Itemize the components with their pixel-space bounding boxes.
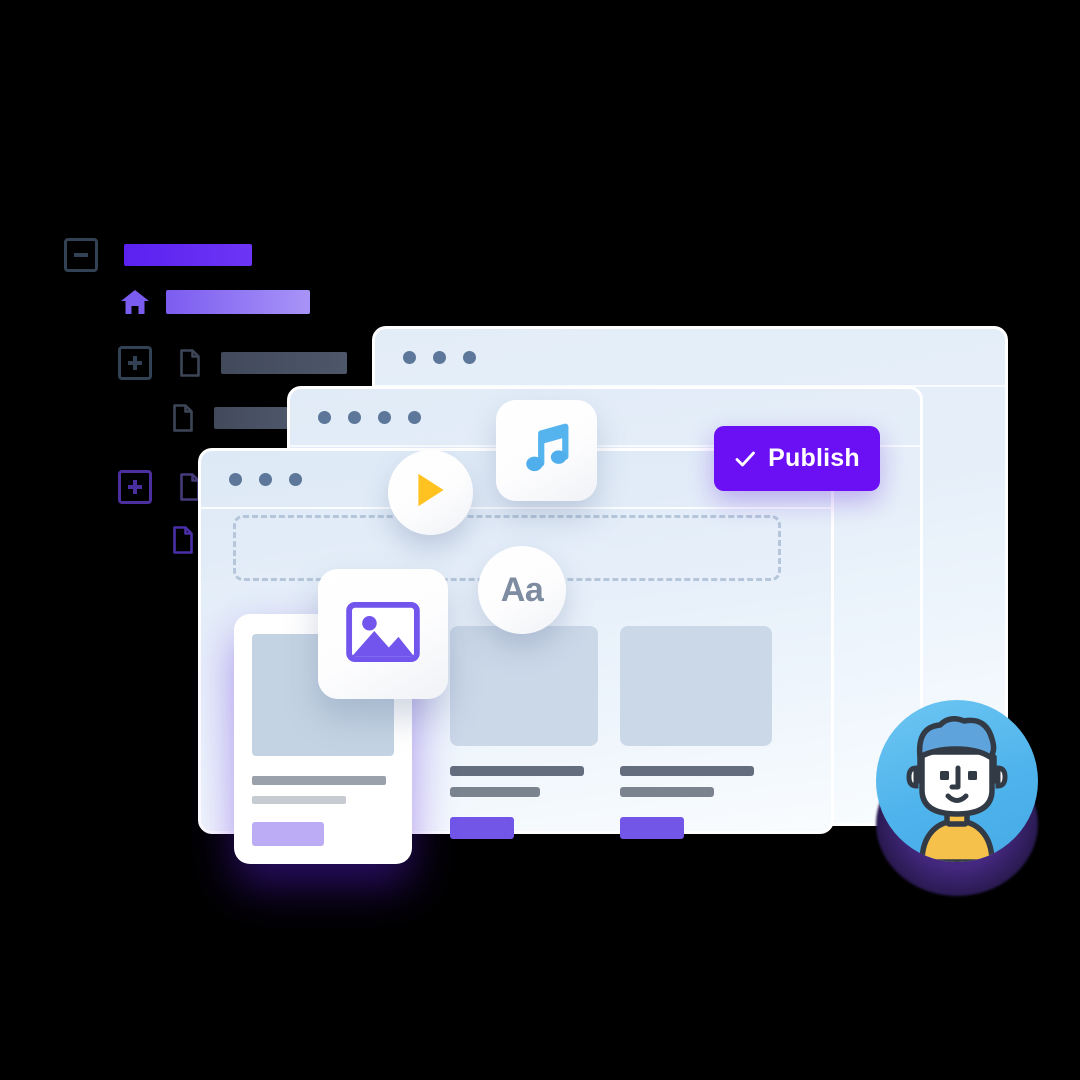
window-dot: [408, 410, 421, 424]
illustration-canvas: Publish Aa: [0, 0, 1080, 1080]
window-titlebar: [375, 329, 1005, 387]
chip-video[interactable]: [388, 450, 473, 535]
window-dot: [378, 410, 391, 424]
card-text-line: [450, 766, 584, 776]
check-icon: [734, 448, 756, 470]
card-button[interactable]: [620, 817, 684, 839]
avatar-circle: [876, 700, 1038, 862]
tree-row-page-4[interactable]: [172, 526, 194, 554]
content-card-left[interactable]: [450, 626, 598, 839]
chip-image[interactable]: [318, 569, 448, 699]
card-thumbnail: [620, 626, 772, 746]
tree-label-home: [166, 290, 310, 314]
home-icon: [120, 289, 150, 315]
phone-button[interactable]: [252, 822, 324, 846]
card-text-line: [620, 766, 754, 776]
phone-text-line: [252, 776, 386, 785]
expand-plus-icon[interactable]: [118, 346, 152, 380]
card-thumbnail: [450, 626, 598, 746]
tree-row-home[interactable]: [120, 289, 310, 315]
tree-row-root[interactable]: [64, 238, 252, 272]
window-dot: [229, 472, 242, 486]
music-note-icon: [520, 420, 574, 481]
tree-row-page-3[interactable]: [118, 470, 201, 504]
chip-text[interactable]: Aa: [478, 546, 566, 634]
publish-button-label: Publish: [768, 444, 860, 472]
window-dot: [463, 350, 476, 364]
window-dot: [259, 472, 272, 486]
tree-row-page-1[interactable]: [118, 346, 347, 380]
text-icon: Aa: [500, 570, 544, 609]
window-dot: [318, 410, 331, 424]
publish-button[interactable]: Publish: [714, 426, 880, 491]
chip-audio[interactable]: [496, 400, 597, 501]
tree-label-page-1: [221, 352, 347, 374]
phone-text-line: [252, 796, 346, 804]
play-icon: [413, 470, 449, 515]
card-text-line: [450, 787, 540, 797]
collapse-minus-icon[interactable]: [64, 238, 98, 272]
window-dot: [433, 350, 446, 364]
document-icon: [172, 404, 194, 432]
avatar[interactable]: [872, 700, 1040, 900]
expand-plus-icon[interactable]: [118, 470, 152, 504]
document-icon: [172, 526, 194, 554]
card-text-line: [620, 787, 714, 797]
window-dot: [403, 350, 416, 364]
image-icon: [346, 601, 420, 667]
window-dot: [348, 410, 361, 424]
tree-label-root: [124, 244, 252, 266]
card-button[interactable]: [450, 817, 514, 839]
document-icon: [179, 349, 201, 377]
content-card-right[interactable]: [620, 626, 772, 839]
window-dot: [289, 472, 302, 486]
